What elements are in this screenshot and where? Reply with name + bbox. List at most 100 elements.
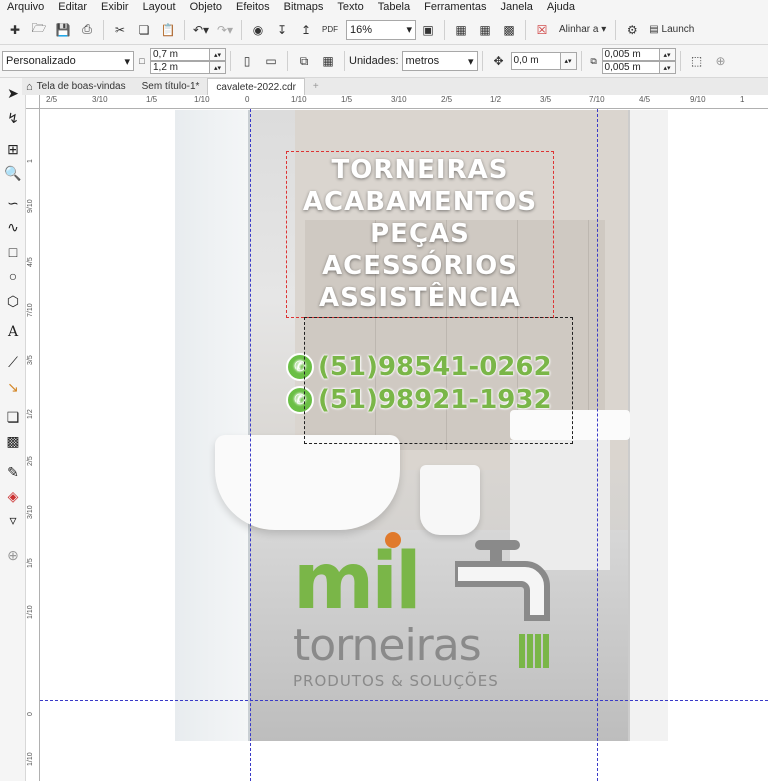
align-dropdown[interactable]: Alinhar a ▾ — [555, 19, 610, 41]
zoom-select[interactable]: 16% ▾ — [346, 19, 416, 40]
snap-icon[interactable]: ▩ — [498, 19, 520, 41]
gear-icon[interactable]: ⚙ — [621, 19, 643, 41]
import-icon[interactable]: ↧ — [271, 19, 293, 41]
ruler-label: 1/10 — [27, 752, 34, 766]
export-icon[interactable]: ↥ — [295, 19, 317, 41]
dup-y-stepper[interactable]: ▴▾ — [659, 61, 676, 74]
tab-untitled[interactable]: Sem título-1* — [134, 78, 208, 95]
nudge-stepper[interactable]: ▴▾ — [560, 52, 577, 70]
guideline-vertical[interactable] — [250, 109, 251, 781]
tab-cavalete[interactable]: cavalete-2022.cdr — [207, 78, 305, 95]
logo-torneiras-text[interactable]: torneiras — [293, 622, 482, 670]
rectangle-tool-icon[interactable]: □ — [2, 241, 24, 263]
text-tool-icon[interactable]: A — [2, 321, 24, 343]
dup-x-stepper[interactable]: ▴▾ — [659, 48, 676, 61]
menu-item[interactable]: Objeto — [183, 0, 229, 15]
grid-icon[interactable]: ▦ — [474, 19, 496, 41]
ruler-label: 4/5 — [639, 95, 651, 104]
logo-tagline[interactable]: PRODUTOS & SOLUÇÕES — [293, 672, 499, 690]
add-tool-icon[interactable]: ⊕ — [2, 544, 24, 566]
home-icon: ⌂ — [26, 80, 33, 93]
page-width-field[interactable]: 0,7 m — [150, 48, 210, 61]
zoom-fit-icon[interactable]: ▣ — [417, 19, 439, 41]
toolbox: ➤ ↯ ⊞ 🔍 ∽ ∿ □ ○ ⬡ A ⟋ ↘ ❏ ▩ ✎ ◈ ▿ ⊕ — [0, 78, 26, 781]
current-page-icon[interactable]: ▦ — [317, 50, 339, 72]
ruler-corner[interactable] — [26, 95, 40, 109]
menu-item[interactable]: Arquivo — [0, 0, 51, 15]
publish-pdf-icon[interactable]: PDF — [319, 19, 341, 41]
save-icon[interactable]: 💾 — [52, 19, 74, 41]
units-select[interactable]: metros ▾ — [401, 51, 478, 71]
new-document-icon[interactable]: ✚ — [4, 19, 26, 41]
drop-shadow-icon[interactable]: ❏ — [2, 406, 24, 428]
page-height-field[interactable]: 1,2 m — [150, 61, 210, 74]
menu-item[interactable]: Layout — [136, 0, 183, 15]
horizontal-ruler[interactable]: 2/5 3/10 1/5 1/10 0 1/10 1/5 3/10 2/5 1/2 3/5 7/10 4… — [40, 95, 768, 109]
snap-off-icon[interactable]: ☒ — [531, 19, 553, 41]
open-folder-icon[interactable]: 🗁 — [28, 19, 50, 41]
cut-icon[interactable]: ✂ — [109, 19, 131, 41]
shape-tool-icon[interactable]: ↯ — [2, 107, 24, 129]
dup-x-field[interactable]: 0,005 m — [601, 48, 660, 61]
copy-icon[interactable]: ❏ — [133, 19, 155, 41]
polygon-tool-icon[interactable]: ⬡ — [2, 290, 24, 312]
eyedropper-icon[interactable]: ✎ — [2, 461, 24, 483]
artistic-media-icon[interactable]: ∿ — [2, 216, 24, 238]
toilet — [420, 465, 480, 535]
connector-tool-icon[interactable]: ↘ — [2, 376, 24, 398]
redo-icon[interactable]: ↷▾ — [214, 19, 236, 41]
menu-item[interactable]: Ferramentas — [417, 0, 493, 15]
transparency-icon[interactable]: ▩ — [2, 430, 24, 452]
fill-tool-icon[interactable]: ◈ — [2, 485, 24, 507]
logo-orange-dot — [385, 532, 401, 548]
zoom-tool-icon[interactable]: 🔍 — [2, 162, 24, 184]
ruler-label: 4/5 — [27, 257, 34, 267]
dup-y-field[interactable]: 0,005 m — [601, 61, 660, 74]
ruler-label: 1 — [27, 159, 34, 163]
page-height-stepper[interactable]: ▴▾ — [210, 61, 226, 74]
menu-item[interactable]: Texto — [330, 0, 370, 15]
selection-box-phones — [304, 317, 573, 444]
rulers-icon[interactable]: ▦ — [450, 19, 472, 41]
tab-home[interactable]: ⌂ Tela de boas-vindas — [22, 78, 134, 95]
freehand-tool-icon[interactable]: ∽ — [2, 192, 24, 214]
ruler-label: 2/5 — [46, 95, 58, 104]
launch-button[interactable]: ▤ Launch — [645, 19, 698, 41]
menu-item[interactable]: Efeitos — [229, 0, 277, 15]
print-icon[interactable]: ⎙ — [76, 19, 98, 41]
ruler-label: 1/2 — [490, 95, 502, 104]
ruler-label: 1/5 — [27, 558, 34, 568]
duplicate-distance: 0,005 m ▴▾ 0,005 m ▴▾ — [601, 48, 676, 74]
page-size-select[interactable]: Personalizado ▾ — [2, 51, 134, 71]
new-tab-button[interactable]: + — [305, 78, 327, 95]
treat-as-filled-icon[interactable]: ⬚ — [686, 50, 708, 72]
vertical-ruler[interactable]: 1 9/10 4/5 7/10 3/5 1/2 2/5 3/10 1/5 1/10 0 1/10 — [26, 109, 40, 781]
menu-item[interactable]: Bitmaps — [277, 0, 331, 15]
parallel-dimension-icon[interactable]: ⟋ — [2, 351, 24, 373]
portrait-icon[interactable]: ▯ — [236, 50, 258, 72]
pick-tool-icon[interactable]: ➤ — [2, 82, 24, 104]
guideline-horizontal[interactable] — [40, 700, 768, 701]
corel-connect-icon[interactable]: ◉ — [247, 19, 269, 41]
standard-toolbar: ✚ 🗁 💾 ⎙ ✂ ❏ 📋 ↶▾ ↷▾ ◉ ↧ ↥ PDF 16% ▾ ▣ ▦ ▦… — [0, 15, 768, 45]
drawing-canvas[interactable]: TORNEIRAS ACABAMENTOS PEÇAS ACESSÓRIOS A… — [40, 109, 768, 781]
ellipse-tool-icon[interactable]: ○ — [2, 265, 24, 287]
all-pages-icon[interactable]: ⧉ — [293, 50, 315, 72]
landscape-icon[interactable]: ▭ — [260, 50, 282, 72]
menu-item[interactable]: Editar — [51, 0, 94, 15]
page-width-stepper[interactable]: ▴▾ — [210, 48, 226, 61]
menu-item[interactable]: Tabela — [371, 0, 417, 15]
outline-tool-icon[interactable]: ▿ — [2, 509, 24, 531]
ruler-label: 9/10 — [27, 199, 34, 213]
add-icon[interactable]: ⊕ — [710, 50, 732, 72]
nudge-distance-field[interactable]: 0,0 m — [510, 52, 561, 70]
menu-item[interactable]: Ajuda — [540, 0, 582, 15]
menu-item[interactable]: Exibir — [94, 0, 136, 15]
guideline-vertical[interactable] — [597, 109, 598, 781]
menu-bar: Arquivo Editar Exibir Layout Objeto Efeitos Bi… — [0, 0, 768, 15]
undo-icon[interactable]: ↶▾ — [190, 19, 212, 41]
paste-icon[interactable]: 📋 — [157, 19, 179, 41]
crop-tool-icon[interactable]: ⊞ — [2, 138, 24, 160]
menu-item[interactable]: Janela — [493, 0, 539, 15]
logo-mil-text[interactable]: mil — [293, 542, 422, 622]
